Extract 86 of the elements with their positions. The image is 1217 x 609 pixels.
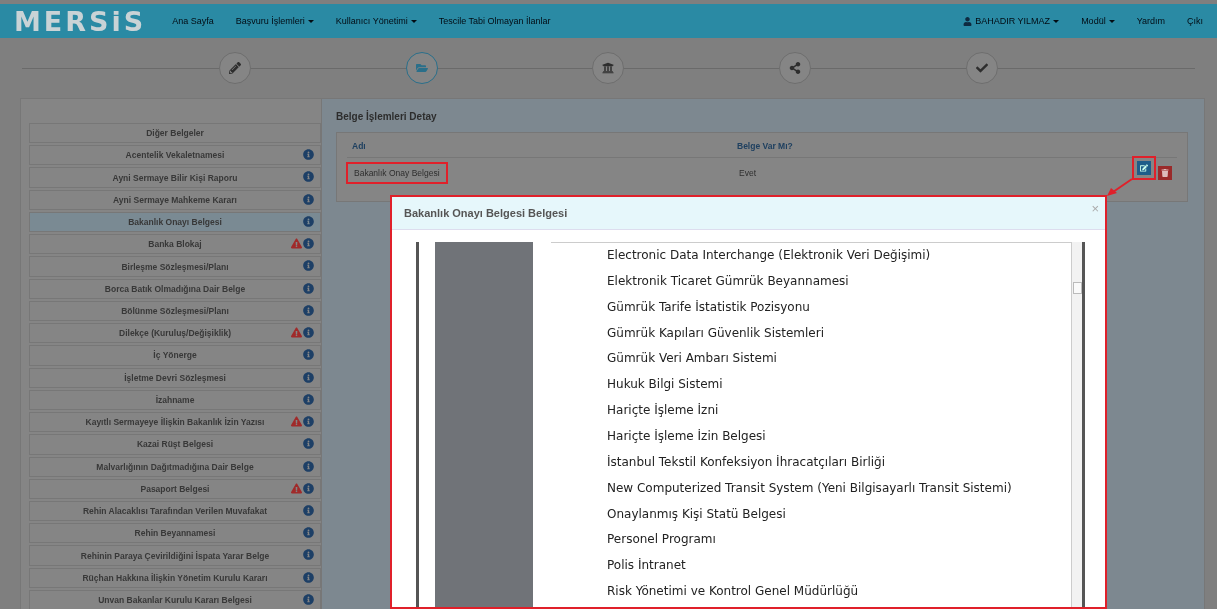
user-icon [963, 16, 973, 26]
info-icon [303, 193, 314, 205]
nav-link[interactable]: Ana Sayfa [172, 16, 214, 26]
nav-link[interactable]: Kullanıcı Yönetimi [335, 16, 417, 26]
nav-link[interactable]: Çıkı [1187, 16, 1203, 26]
document-line: Hariçte İşleme İzni [607, 402, 720, 420]
document-line: Personel Programı [607, 531, 717, 549]
info-icon [303, 171, 314, 183]
panel-title: Belge İşlemleri Detay [336, 109, 438, 124]
sidebar-item[interactable]: İşletme Devri Sözleşmesi [29, 367, 321, 388]
document-line: Gümrük Tarife İstatistik Pozisyonu [607, 298, 811, 316]
document-line: Polis İntranet [607, 557, 687, 575]
info-icon [303, 460, 314, 472]
sidebar-item[interactable]: Acentelik Vekaletnamesi [29, 145, 321, 166]
sidebar-item[interactable]: Unvan Bakanlar Kurulu Kararı Belgesi [29, 589, 321, 609]
nav-link[interactable]: Başvuru İşlemleri [235, 16, 314, 26]
info-icon [303, 593, 314, 605]
scrollbar[interactable] [1071, 242, 1082, 607]
sidebar-item[interactable]: Ayni Sermaye Bilir Kişi Raporu [29, 167, 321, 188]
user-menu[interactable]: BAHADIR YILMAZ [963, 16, 1060, 26]
column-header: Belge Var Mı? [737, 141, 794, 151]
document-line: Electronic Data Interchange (Elektronik Veri Değişimi) [607, 247, 932, 264]
sidebar-item[interactable]: Birleşme Sözleşmesi/Planı [29, 256, 321, 277]
info-icon [303, 371, 314, 383]
info-icon [303, 482, 314, 494]
sidebar-item[interactable]: Dilekçe (Kuruluş/Değişiklik) [29, 323, 321, 344]
edit-button[interactable] [1137, 161, 1151, 175]
logo: MERSiS [14, 5, 147, 37]
nav-link[interactable]: Modül [1081, 16, 1115, 26]
info-icon [303, 571, 314, 583]
document-line: Elektronik Ticaret Gümrük Beyannamesi [607, 272, 850, 290]
sidebar-item[interactable]: İzahname [29, 389, 321, 411]
sidebar-item[interactable]: İç Yönerge [29, 345, 321, 366]
sidebar-item[interactable]: Ayni Sermaye Mahkeme Kararı [29, 189, 321, 210]
sidebar-header[interactable]: Diğer Belgeler [29, 123, 321, 144]
info-icon [303, 416, 314, 428]
info-icon [303, 282, 314, 294]
pencil-icon [229, 62, 242, 74]
document-line: Hariçte İşleme İzin Belgesi [607, 428, 767, 445]
sidebar-item[interactable]: Kazai Rüşt Belgesi [29, 434, 321, 455]
info-icon [303, 260, 314, 272]
info-icon [303, 527, 314, 539]
modal-title: Bakanlık Onayı Belgesi Belgesi [404, 207, 568, 219]
sidebar-item[interactable]: Borca Batık Olmadığına Dair Belge [29, 278, 321, 299]
share-icon [789, 62, 802, 74]
info-icon [303, 549, 314, 561]
info-icon [303, 349, 314, 361]
step-button[interactable] [592, 52, 625, 84]
document-line: Gümrük Kapıları Güvenlik Sistemleri [607, 324, 826, 342]
column-header: Adı [352, 141, 367, 151]
sidebar-item[interactable]: Rüçhan Hakkına İlişkin Yönetim Kurulu Kararı [29, 567, 321, 588]
document-line: Hukuk Bilgi Sistemi [607, 376, 724, 394]
info-icon [303, 393, 314, 405]
info-icon [303, 238, 314, 250]
document-line: Risk Yönetimi ve Kontrol Genel Müdürlüğü [607, 583, 860, 601]
table-cell: Bakanlık Onay Belgesi [346, 162, 448, 184]
sidebar-item[interactable]: Bakanlık Onayı Belgesi [29, 211, 321, 233]
sidebar-item[interactable]: Bölünme Sözleşmesi/Planı [29, 300, 321, 322]
bank-icon [602, 62, 615, 74]
sidebar-item[interactable]: Malvarlığının Dağıtmadığına Dair Belge [29, 456, 321, 477]
sidebar-item[interactable]: Kayıtlı Sermayeye İlişkin Bakanlık İzin Yazısı [29, 412, 321, 433]
delete-button[interactable] [1158, 166, 1172, 180]
info-icon [303, 149, 314, 161]
document-line: New Computerized Transit System (Yeni Bilgisayarlı Transit Sistemi) [607, 479, 1013, 497]
info-icon [303, 215, 314, 227]
sidebar-item[interactable]: Rehinin Paraya Çevirildiğini İspata Yarar Belge [29, 545, 321, 566]
sidebar-item[interactable]: Pasaport Belgesi [29, 478, 321, 499]
folder-icon [415, 62, 428, 74]
sidebar-item[interactable]: Banka Blokaj [29, 234, 321, 255]
info-icon [303, 438, 314, 450]
step-button[interactable] [779, 52, 812, 84]
close-button[interactable]: × [1091, 201, 1099, 216]
table-cell-text: Evet [738, 167, 757, 180]
nav-link[interactable]: Tescile Tabi Olmayan İlanlar [438, 16, 551, 26]
document-line: Onaylanmış Kişi Statü Belgesi [607, 505, 787, 523]
document-line: İstanbul Tekstil Konfeksiyon İhracatçıları Birliği [607, 453, 887, 471]
check-icon [975, 62, 988, 74]
info-icon [303, 304, 314, 316]
sidebar-item[interactable]: Rehin Alacaklısı Tarafından Verilen Muvafakat [29, 501, 321, 522]
document-line: Gümrük Veri Ambarı Sistemi [607, 350, 778, 368]
step-button[interactable] [219, 52, 252, 84]
nav-link[interactable]: Yardım [1136, 16, 1165, 26]
info-icon [303, 505, 314, 516]
step-button[interactable] [965, 52, 998, 84]
sidebar-item[interactable]: Rehin Beyannamesi [29, 523, 321, 544]
info-icon [303, 327, 314, 339]
